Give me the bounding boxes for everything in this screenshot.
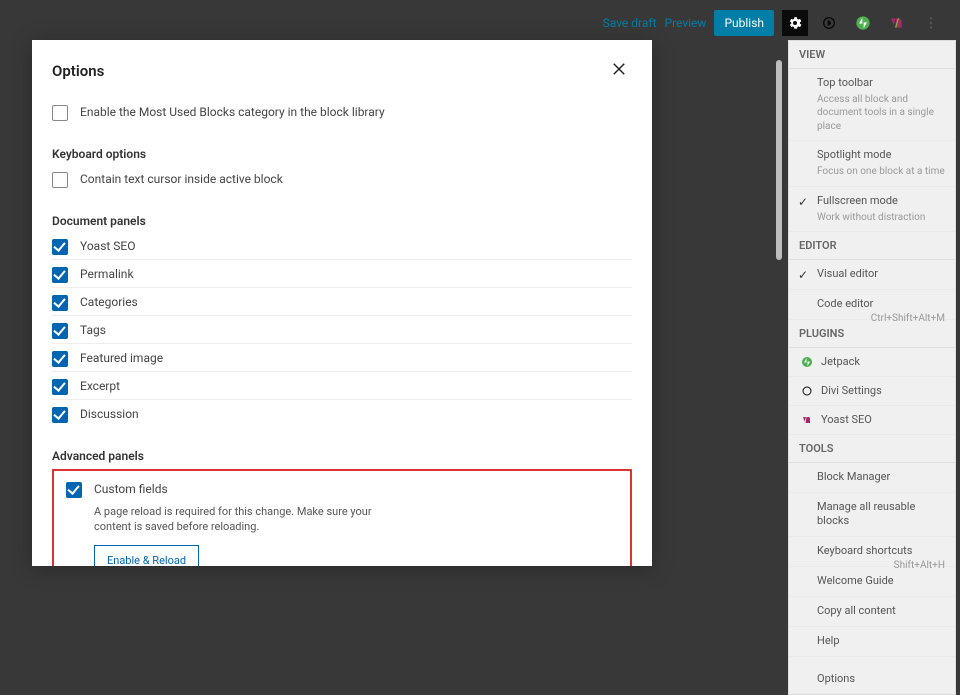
option-custom-fields: Custom fields — [66, 481, 618, 504]
menu-item-help[interactable]: Help — [789, 627, 955, 657]
option-most-used-blocks: Enable the Most Used Blocks category in … — [52, 98, 632, 125]
options-modal: Options Enable the Most Used Blocks cate… — [32, 40, 652, 566]
divi-icon[interactable] — [816, 10, 842, 36]
more-menu-icon[interactable] — [918, 10, 944, 36]
close-icon — [610, 60, 628, 78]
checkbox-most-used-blocks[interactable] — [52, 105, 68, 121]
menu-item-options[interactable]: Options — [789, 665, 955, 695]
divi-small-icon — [799, 383, 815, 399]
menu-item-block-manager[interactable]: Block Manager — [789, 463, 955, 493]
modal-header: Options — [32, 40, 652, 98]
label-most-used-blocks: Enable the Most Used Blocks category in … — [80, 104, 385, 121]
option-permalink: Permalink — [52, 260, 632, 288]
yoast-icon[interactable] — [884, 10, 910, 36]
menu-section-tools: TOOLS — [789, 435, 955, 463]
menu-item-reusable-blocks[interactable]: Manage all reusable blocks — [789, 493, 955, 538]
jetpack-small-icon — [799, 354, 815, 370]
custom-fields-highlight: Custom fields A page reload is required … — [52, 469, 632, 566]
page-scrollbar[interactable] — [776, 60, 782, 260]
option-contain-cursor: Contain text cursor inside active block — [52, 165, 632, 192]
menu-item-top-toolbar[interactable]: Top toolbar Access all block and documen… — [789, 69, 955, 141]
menu-item-code-editor[interactable]: Code editor Ctrl+Shift+Alt+M — [789, 290, 955, 320]
menu-section-view: VIEW — [789, 41, 955, 69]
label-contain-cursor: Contain text cursor inside active block — [80, 171, 283, 188]
section-advanced-panels: Advanced panels — [52, 449, 632, 463]
editor-more-menu: VIEW Top toolbar Access all block and do… — [788, 40, 956, 695]
section-document-panels: Document panels — [52, 214, 632, 228]
preview-link[interactable]: Preview — [665, 16, 707, 30]
checkbox-yoast-seo[interactable] — [52, 239, 68, 255]
editor-top-toolbar: Save draft Preview Publish — [603, 10, 944, 36]
menu-section-editor: EDITOR — [789, 232, 955, 260]
option-excerpt: Excerpt — [52, 372, 632, 400]
option-discussion: Discussion — [52, 400, 632, 427]
checkbox-excerpt[interactable] — [52, 379, 68, 395]
menu-item-fullscreen[interactable]: Fullscreen mode Work without distraction — [789, 187, 955, 232]
yoast-small-icon — [799, 412, 815, 428]
settings-gear-icon[interactable] — [782, 10, 808, 36]
option-categories: Categories — [52, 288, 632, 316]
checkbox-featured-image[interactable] — [52, 351, 68, 367]
menu-item-welcome-guide[interactable]: Welcome Guide — [789, 567, 955, 597]
checkbox-categories[interactable] — [52, 295, 68, 311]
publish-button[interactable]: Publish — [714, 10, 774, 36]
menu-item-plugin-yoast[interactable]: Yoast SEO — [789, 406, 955, 435]
menu-item-copy-content[interactable]: Copy all content — [789, 597, 955, 627]
modal-title: Options — [52, 62, 104, 80]
menu-item-plugin-jetpack[interactable]: Jetpack — [789, 348, 955, 377]
menu-item-visual-editor[interactable]: Visual editor — [789, 260, 955, 290]
custom-fields-note: A page reload is required for this chang… — [94, 504, 394, 535]
modal-body: Enable the Most Used Blocks category in … — [32, 98, 652, 566]
checkbox-contain-cursor[interactable] — [52, 172, 68, 188]
option-tags: Tags — [52, 316, 632, 344]
checkbox-tags[interactable] — [52, 323, 68, 339]
option-yoast-seo: Yoast SEO — [52, 232, 632, 260]
checkbox-discussion[interactable] — [52, 407, 68, 423]
option-featured-image: Featured image — [52, 344, 632, 372]
menu-item-spotlight[interactable]: Spotlight mode Focus on one block at a t… — [789, 141, 955, 186]
menu-item-keyboard-shortcuts[interactable]: Keyboard shortcuts Shift+Alt+H — [789, 537, 955, 567]
close-button[interactable] — [606, 56, 632, 86]
menu-item-plugin-divi[interactable]: Divi Settings — [789, 377, 955, 406]
enable-reload-button[interactable]: Enable & Reload — [94, 545, 199, 566]
checkbox-permalink[interactable] — [52, 267, 68, 283]
section-keyboard-options: Keyboard options — [52, 147, 632, 161]
jetpack-icon[interactable] — [850, 10, 876, 36]
save-draft-link[interactable]: Save draft — [603, 16, 657, 30]
checkbox-custom-fields[interactable] — [66, 482, 82, 498]
